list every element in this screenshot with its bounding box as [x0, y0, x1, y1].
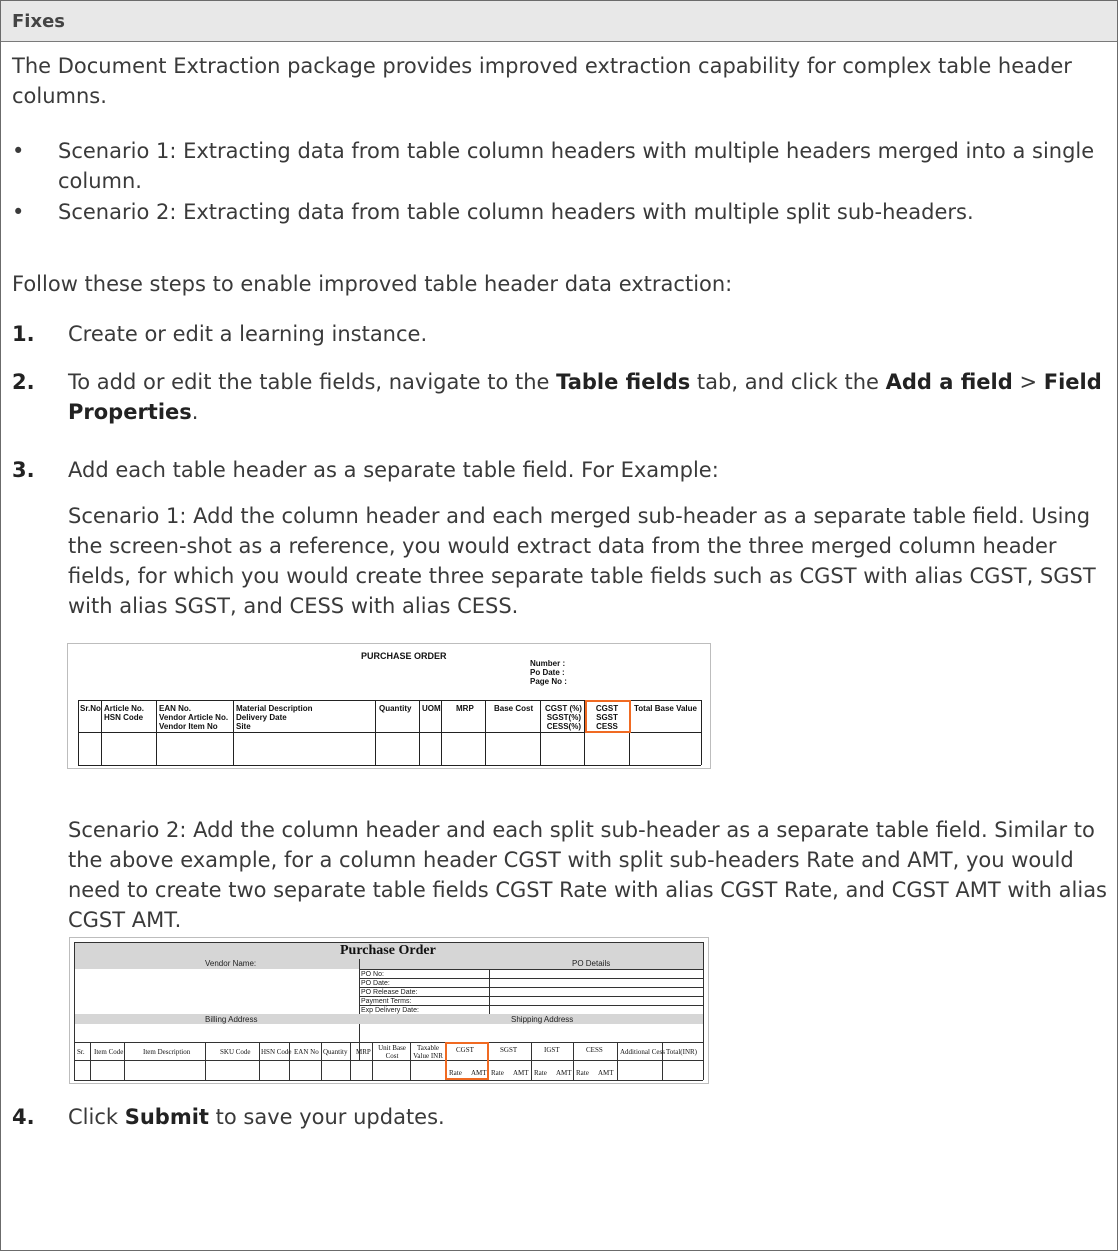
col2-cess: CESS	[586, 1046, 603, 1054]
col-mrp: MRP	[456, 704, 474, 713]
step-text: Add each table header as a separate tabl…	[68, 458, 719, 482]
col2-ean-no: EAN No	[294, 1048, 319, 1056]
po-details-label: PO Details	[572, 959, 611, 968]
step-number: 3.	[12, 458, 35, 482]
shipping-address-label: Shipping Address	[511, 1015, 574, 1024]
col-gst-percent: CGST (%) SGST(%) CESS(%)	[545, 704, 582, 731]
add-field-label: Add a field	[885, 370, 1013, 394]
bullet-icon: •	[12, 139, 25, 163]
highlight-box	[585, 700, 631, 733]
po-title: PURCHASE ORDER	[361, 651, 447, 661]
col-material: Material Description Delivery Date Site	[236, 704, 313, 731]
step-number: 4.	[12, 1105, 35, 1129]
purchase-order-example-1: PURCHASE ORDER Number : Po Date : Page N…	[67, 643, 711, 769]
col-total-base: Total Base Value	[634, 704, 697, 713]
col2-taxable-value: Taxable Value INR	[413, 1044, 443, 1060]
submit-label: Submit	[124, 1105, 209, 1129]
purchase-order-example-2: Purchase Order Vendor Name: PO Details P…	[69, 937, 709, 1084]
scenario2-paragraph: Scenario 2: Add the column header and ea…	[68, 818, 1107, 932]
col-ean: EAN No. Vendor Article No. Vendor Item N…	[159, 704, 229, 731]
col2-quantity: Quantity	[323, 1048, 348, 1056]
po-date-row: PO Date:	[361, 980, 390, 987]
cess-rate: Rate	[576, 1069, 589, 1077]
sgst-amt: AMT	[513, 1069, 529, 1077]
col-article: Article No. HSN Code	[104, 704, 145, 722]
fixes-panel: Fixes The Document Extraction package pr…	[0, 0, 1118, 1251]
bullet-text: Scenario 2: Extracting data from table c…	[58, 200, 974, 224]
step-text: Click Submit to save your updates.	[68, 1105, 445, 1129]
step-text: To add or edit the table fields, navigat…	[68, 370, 1102, 424]
panel-title: Fixes	[12, 11, 65, 32]
bullet-text: Scenario 1: Extracting data from table c…	[58, 139, 1095, 193]
igst-rate: Rate	[534, 1069, 547, 1077]
col2-item-code: Item Code	[94, 1048, 124, 1056]
highlight-box	[445, 1042, 489, 1080]
po-no-row: PO No:	[361, 971, 384, 978]
col-uom: UOM	[422, 704, 441, 713]
igst-amt: AMT	[556, 1069, 572, 1077]
col2-mrp: MRP	[356, 1048, 371, 1056]
bullet-icon: •	[12, 200, 25, 224]
col2-unit-base-cost: Unit Base Cost	[378, 1044, 406, 1060]
step-text: Create or edit a learning instance.	[68, 322, 428, 346]
col2-item-description: Item Description	[143, 1048, 191, 1056]
col2-hsn-code: HSN Code	[261, 1048, 292, 1056]
page-no-label: Page No :	[530, 677, 567, 686]
col2-igst: IGST	[544, 1046, 560, 1054]
col2-additional-cess: Additional Cess	[620, 1048, 665, 1056]
po-number-label: Number :	[530, 659, 566, 668]
intro-paragraph: The Document Extraction package provides…	[12, 54, 1072, 108]
vendor-name-label: Vendor Name:	[205, 959, 257, 968]
col2-sgst: SGST	[500, 1046, 518, 1054]
col-base-cost: Base Cost	[494, 704, 534, 713]
sgst-rate: Rate	[491, 1069, 504, 1077]
step-number: 1.	[12, 322, 35, 346]
table-fields-tab-label: Table fields	[556, 370, 691, 394]
billing-address-label: Billing Address	[205, 1015, 258, 1024]
payment-terms-row: Payment Terms:	[361, 998, 412, 1005]
col2-sku-code: SKU Code	[220, 1048, 251, 1056]
po2-title: Purchase Order	[340, 943, 436, 958]
po-date-label: Po Date :	[530, 668, 565, 677]
po-release-row: PO Release Date:	[361, 989, 418, 996]
panel-header: Fixes	[1, 1, 1117, 42]
col-sr: Sr.No	[80, 704, 101, 713]
col2-total-inr: Total(INR)	[666, 1048, 698, 1056]
col2-sr: Sr.	[77, 1048, 85, 1056]
scenario1-paragraph: Scenario 1: Add the column header and ea…	[68, 504, 1096, 618]
step-number: 2.	[12, 370, 35, 394]
steps-intro: Follow these steps to enable improved ta…	[12, 272, 733, 296]
col-quantity: Quantity	[379, 704, 412, 713]
cess-amt: AMT	[598, 1069, 614, 1077]
